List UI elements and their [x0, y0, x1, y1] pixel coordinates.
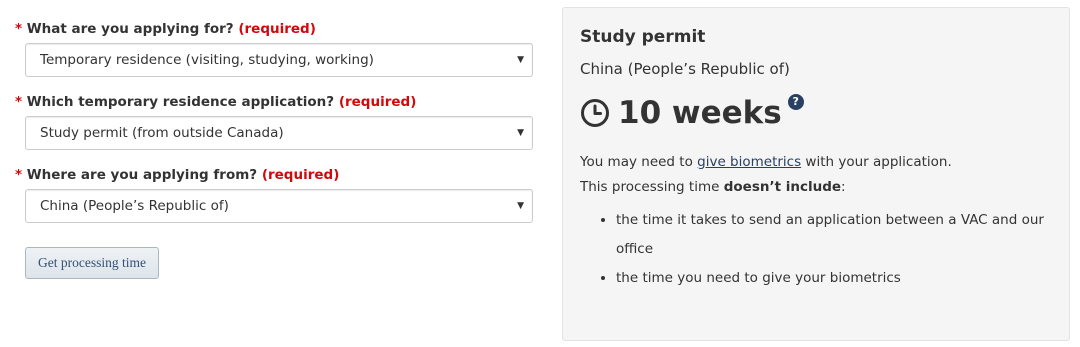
chevron-down-icon: ▼: [517, 201, 524, 211]
exclusions-text-after: :: [841, 179, 846, 195]
give-biometrics-link[interactable]: give biometrics: [697, 154, 801, 170]
application-type-label: * What are you applying for? (required): [15, 20, 535, 38]
biometrics-notice: You may need to give biometrics with you…: [580, 150, 1052, 175]
field-temporary-residence-application: * Which temporary residence application?…: [15, 93, 535, 150]
applying-from-label-text: Where are you applying from?: [26, 167, 258, 183]
chevron-down-icon: ▼: [517, 128, 524, 138]
result-title: Study permit: [580, 27, 706, 47]
required-star: *: [15, 167, 23, 183]
list-item: the time it takes to send an application…: [616, 206, 1052, 264]
processing-time-form: * What are you applying for? (required) …: [15, 20, 535, 279]
question-circle-icon[interactable]: ?: [787, 94, 804, 110]
processing-time-result: Study permit China (People’s Republic of…: [562, 7, 1070, 341]
exclusions-bold: doesn’t include: [723, 179, 842, 195]
exclusions-list: the time it takes to send an application…: [580, 206, 1052, 293]
applying-from-select[interactable]: China (People’s Republic of) ▼: [25, 189, 533, 223]
list-item: the time you need to give your biometric…: [616, 264, 1052, 293]
temporary-residence-label-text: Which temporary residence application?: [26, 94, 335, 110]
temporary-residence-label: * Which temporary residence application?…: [15, 93, 535, 111]
temporary-residence-select[interactable]: Study permit (from outside Canada) ▼: [25, 116, 533, 150]
clock-icon: [581, 99, 609, 127]
applying-from-label: * Where are you applying from? (required…: [15, 166, 535, 184]
temporary-residence-value: Study permit (from outside Canada): [40, 125, 284, 141]
processing-duration: 10 weeks ?: [580, 90, 1052, 136]
result-country: China (People’s Republic of): [580, 60, 790, 78]
chevron-down-icon: ▼: [517, 55, 524, 65]
required-star: *: [15, 94, 23, 110]
field-applying-from: * Where are you applying from? (required…: [15, 166, 535, 223]
required-text: (required): [261, 167, 340, 183]
required-text: (required): [338, 94, 417, 110]
get-processing-time-button[interactable]: Get processing time: [25, 247, 159, 279]
application-type-select[interactable]: Temporary residence (visiting, studying,…: [25, 43, 533, 77]
application-type-label-text: What are you applying for?: [26, 21, 234, 37]
required-text: (required): [238, 21, 316, 37]
biometrics-text-before: You may need to: [580, 154, 698, 170]
field-application-type: * What are you applying for? (required) …: [15, 20, 535, 77]
duration-value: 10 weeks: [618, 95, 782, 131]
biometrics-text-after: with your application.: [801, 154, 952, 170]
application-type-value: Temporary residence (visiting, studying,…: [40, 52, 374, 68]
required-star: *: [15, 21, 23, 37]
exclusions-text-before: This processing time: [580, 179, 724, 195]
applying-from-value: China (People’s Republic of): [40, 198, 229, 214]
exclusions-intro: This processing time doesn’t include:: [580, 175, 1052, 200]
